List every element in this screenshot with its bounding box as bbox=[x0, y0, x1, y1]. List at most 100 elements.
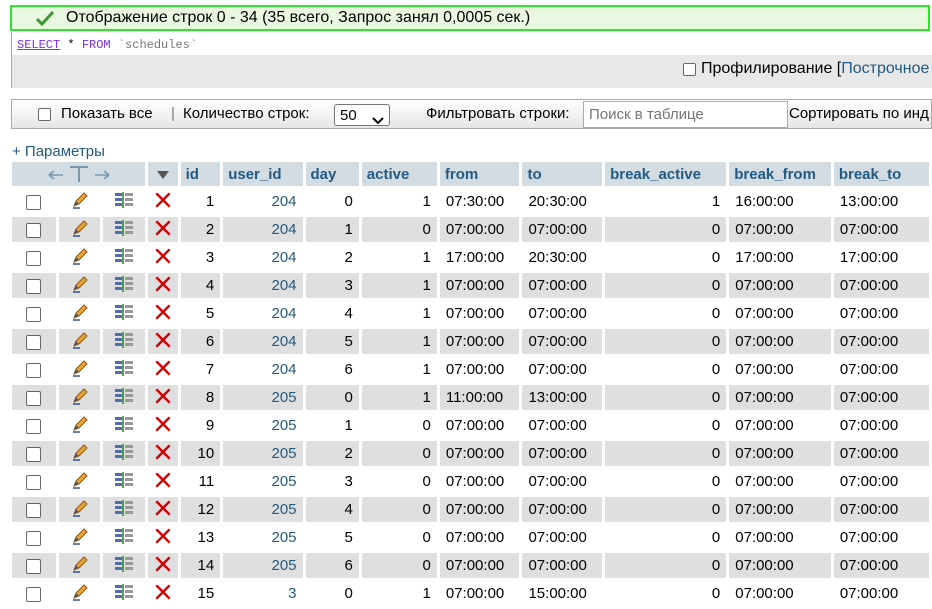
edit-row-button[interactable] bbox=[58, 217, 101, 245]
row-select-checkbox[interactable] bbox=[26, 334, 42, 350]
row-select-checkbox-cell[interactable] bbox=[12, 385, 56, 413]
edit-row-button[interactable] bbox=[58, 385, 101, 413]
pencil-icon[interactable] bbox=[70, 554, 90, 578]
cell-user_id[interactable]: 205 bbox=[223, 413, 303, 441]
column-header-break_to[interactable]: break_to bbox=[833, 162, 929, 189]
delete-icon[interactable] bbox=[154, 527, 172, 549]
profiling-checkbox[interactable] bbox=[683, 62, 696, 76]
row-select-checkbox-cell[interactable] bbox=[12, 469, 56, 497]
column-header-break_active[interactable]: break_active bbox=[605, 162, 727, 189]
delete-row-button[interactable] bbox=[148, 329, 178, 357]
edit-row-button[interactable] bbox=[58, 189, 101, 217]
delete-row-button[interactable] bbox=[148, 441, 178, 469]
copy-row-button[interactable] bbox=[103, 441, 146, 469]
delete-icon[interactable] bbox=[154, 275, 172, 297]
cell-user_id[interactable]: 205 bbox=[223, 385, 303, 413]
delete-row-button[interactable] bbox=[148, 497, 178, 525]
delete-row-button[interactable] bbox=[148, 273, 178, 301]
copy-icon[interactable] bbox=[113, 415, 135, 437]
table-row[interactable]: 6 204 5 1 07:00:00 07:00:00 0 07:00:00 07:00:00 bbox=[12, 329, 929, 357]
row-select-checkbox-cell[interactable] bbox=[12, 525, 56, 553]
row-select-checkbox[interactable] bbox=[26, 586, 42, 602]
table-row[interactable]: 7 204 6 1 07:00:00 07:00:00 0 07:00:00 07:00:00 bbox=[12, 357, 929, 385]
row-select-checkbox[interactable] bbox=[26, 418, 42, 434]
delete-icon[interactable] bbox=[154, 499, 172, 521]
pencil-icon[interactable] bbox=[70, 470, 90, 494]
column-header-user_id[interactable]: user_id bbox=[223, 162, 303, 189]
row-select-checkbox[interactable] bbox=[26, 306, 42, 322]
edit-row-button[interactable] bbox=[58, 497, 101, 525]
delete-row-button[interactable] bbox=[148, 245, 178, 273]
pencil-icon[interactable] bbox=[70, 330, 90, 354]
copy-row-button[interactable] bbox=[103, 329, 146, 357]
edit-row-button[interactable] bbox=[58, 245, 101, 273]
profiling-option[interactable]: Профилирование [ Построчное bbox=[683, 60, 929, 78]
row-select-checkbox[interactable] bbox=[26, 474, 42, 490]
copy-icon[interactable] bbox=[113, 191, 135, 213]
delete-row-button[interactable] bbox=[148, 553, 178, 581]
delete-icon[interactable] bbox=[154, 555, 172, 577]
row-select-checkbox[interactable] bbox=[26, 558, 42, 574]
pencil-icon[interactable] bbox=[70, 498, 90, 522]
copy-icon[interactable] bbox=[113, 359, 135, 381]
copy-icon[interactable] bbox=[113, 583, 135, 605]
row-select-checkbox[interactable] bbox=[26, 222, 42, 238]
column-header-day[interactable]: day bbox=[305, 162, 359, 189]
pencil-icon[interactable] bbox=[70, 302, 90, 326]
row-select-checkbox[interactable] bbox=[26, 250, 42, 266]
table-row[interactable]: 2 204 1 0 07:00:00 07:00:00 0 07:00:00 07:00:00 bbox=[12, 217, 929, 245]
delete-icon[interactable] bbox=[154, 387, 172, 409]
delete-row-button[interactable] bbox=[148, 413, 178, 441]
cell-user_id[interactable]: 205 bbox=[223, 553, 303, 581]
delete-row-button[interactable] bbox=[148, 581, 178, 609]
edit-row-button[interactable] bbox=[58, 441, 101, 469]
cell-user_id[interactable]: 3 bbox=[223, 581, 303, 609]
copy-icon[interactable] bbox=[113, 247, 135, 269]
copy-icon[interactable] bbox=[113, 499, 135, 521]
edit-row-button[interactable] bbox=[58, 581, 101, 609]
row-select-checkbox[interactable] bbox=[26, 446, 42, 462]
copy-icon[interactable] bbox=[113, 527, 135, 549]
copy-icon[interactable] bbox=[113, 555, 135, 577]
delete-row-button[interactable] bbox=[148, 525, 178, 553]
table-row[interactable]: 3 204 2 1 17:00:00 20:30:00 0 17:00:00 17:00:00 bbox=[12, 245, 929, 273]
delete-row-button[interactable] bbox=[148, 469, 178, 497]
copy-row-button[interactable] bbox=[103, 273, 146, 301]
row-count-select[interactable]: 50 bbox=[334, 104, 390, 126]
cell-user_id[interactable]: 204 bbox=[223, 301, 303, 329]
delete-icon[interactable] bbox=[154, 303, 172, 325]
pencil-icon[interactable] bbox=[70, 386, 90, 410]
copy-row-button[interactable] bbox=[103, 357, 146, 385]
cell-user_id[interactable]: 205 bbox=[223, 441, 303, 469]
table-row[interactable]: 13 205 5 0 07:00:00 07:00:00 0 07:00:00 07:00:00 bbox=[12, 525, 929, 553]
row-select-checkbox[interactable] bbox=[26, 390, 42, 406]
row-select-checkbox-cell[interactable] bbox=[12, 189, 56, 217]
cell-user_id[interactable]: 205 bbox=[223, 525, 303, 553]
column-header-to[interactable]: to bbox=[522, 162, 603, 189]
pencil-icon[interactable] bbox=[70, 582, 90, 606]
pencil-icon[interactable] bbox=[70, 246, 90, 270]
edit-row-button[interactable] bbox=[58, 329, 101, 357]
table-row[interactable]: 11 205 3 0 07:00:00 07:00:00 0 07:00:00 07:00:00 bbox=[12, 469, 929, 497]
copy-row-button[interactable] bbox=[103, 189, 146, 217]
cell-user_id[interactable]: 204 bbox=[223, 357, 303, 385]
cell-user_id[interactable]: 204 bbox=[223, 189, 303, 217]
delete-icon[interactable] bbox=[154, 471, 172, 493]
copy-row-button[interactable] bbox=[103, 525, 146, 553]
delete-icon[interactable] bbox=[154, 583, 172, 605]
pencil-icon[interactable] bbox=[70, 358, 90, 382]
copy-icon[interactable] bbox=[113, 443, 135, 465]
pencil-icon[interactable] bbox=[70, 218, 90, 242]
table-row[interactable]: 15 3 0 1 07:00:00 15:00:00 0 07:00:00 07:00:00 bbox=[12, 581, 929, 609]
row-select-checkbox-cell[interactable] bbox=[12, 413, 56, 441]
row-select-checkbox-cell[interactable] bbox=[12, 217, 56, 245]
delete-row-button[interactable] bbox=[148, 217, 178, 245]
row-select-checkbox-cell[interactable] bbox=[12, 273, 56, 301]
sql-query[interactable]: SELECT * FROM `schedules` bbox=[12, 32, 932, 55]
copy-icon[interactable] bbox=[113, 303, 135, 325]
pencil-icon[interactable] bbox=[70, 190, 90, 214]
column-resize-handle[interactable] bbox=[12, 162, 146, 189]
copy-row-button[interactable] bbox=[103, 581, 146, 609]
row-select-checkbox[interactable] bbox=[26, 530, 42, 546]
delete-row-button[interactable] bbox=[148, 301, 178, 329]
